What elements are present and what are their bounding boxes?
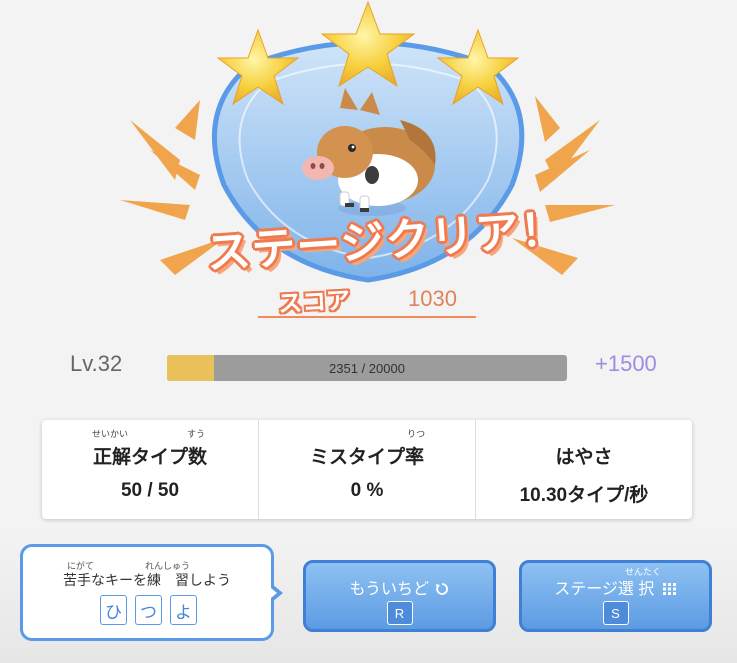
weak-key-chip: よ [170,595,197,625]
stat-value: 0 % [350,480,384,501]
stage-select-button[interactable]: せんたく ステージ選 択 S [519,560,712,632]
level-progress-bar: 2351 / 20000 [167,355,567,381]
stage-select-shortcut-key: S [602,601,629,625]
hint-text: 苦手なキーを練 習しよう [63,572,231,588]
score-underline [258,316,476,318]
stat-value: 50 / 50 [120,480,180,501]
level-progress-text: 2351 / 20000 [329,360,405,376]
stat-miss-rate: りつ ミスタイプ率 0 % [259,420,476,519]
grid-icon [662,582,677,600]
stage-clear-emblem: ステージクリア！ [0,0,737,300]
stat-value: 10.30タイプ/秒 [519,485,649,506]
experience-gain: +1500 [595,351,657,376]
stat-speed: はやさ 10.30タイプ/秒 [476,420,692,519]
ruby-seikai: せいかい [92,429,129,439]
stat-title: はやさ [555,447,613,468]
stage-select-label: ステージ選 択 [554,581,655,598]
stat-title: ミスタイプ率 [309,447,424,468]
retry-icon [435,582,449,601]
stats-card: せいかい すう 正解タイプ数 50 / 50 りつ ミスタイプ率 0 % はやさ… [42,420,692,519]
weak-key-chip: つ [135,595,162,625]
weak-keys-hint-bubble: にがて れんしゅう 苦手なキーを練 習しよう ひ つ よ [20,544,274,641]
ruby-ritsu: りつ [407,429,426,439]
stat-title: 正解タイプ数 [92,447,207,468]
score-row: スコア 1030 [258,280,476,320]
stat-correct-types: せいかい すう 正解タイプ数 50 / 50 [42,420,259,519]
retry-shortcut-key: R [386,601,413,625]
level-label: Lv.32 [70,351,123,376]
score-label: スコア [277,286,351,318]
score-value: 1030 [408,286,457,311]
ruby-suu: すう [187,429,206,439]
weak-key-chip: ひ [100,595,127,625]
retry-label: もういちど [349,581,430,598]
retry-button[interactable]: もういちど R [303,560,496,632]
